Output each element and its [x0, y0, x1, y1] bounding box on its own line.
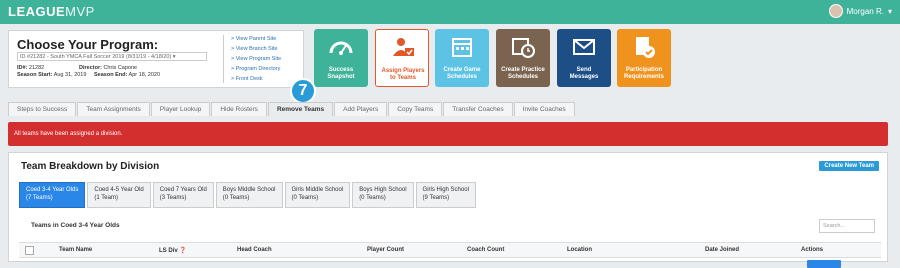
avatar — [828, 4, 843, 18]
division-tabs: Coed 3-4 Year Olds (7 Teams) Coed 4-5 Yea… — [19, 182, 476, 208]
tab-hide-rosters[interactable]: Hide Rosters — [211, 102, 267, 116]
user-name: Morgan R. — [846, 6, 884, 16]
column-header[interactable]: Date Joined — [705, 247, 739, 253]
tab-invite-coaches[interactable]: Invite Coaches — [513, 102, 575, 116]
link-program-site[interactable]: > View Program Site — [231, 54, 281, 64]
tab-team-assignments[interactable]: Team Assignments — [77, 102, 150, 116]
division-tab[interactable]: Boys High School (0 Teams) — [352, 182, 414, 208]
app-logo[interactable]: LEAGUEMVP — [8, 4, 95, 19]
help-icon: ❓ — [179, 248, 187, 254]
table-header: Team Name LS Div ❓ Head Coach Player Cou… — [19, 242, 881, 258]
column-header[interactable]: Location — [567, 247, 592, 253]
tab-add-players[interactable]: Add Players — [334, 102, 388, 116]
program-select[interactable]: ID #21282 - South YMCA Fall Soccer 2019 … — [17, 52, 207, 61]
season-end: Season End: Apr 18, 2020 — [94, 72, 161, 78]
column-header: Actions — [801, 247, 824, 253]
link-branch-site[interactable]: > View Branch Site — [231, 44, 281, 54]
division-tab[interactable]: Girls Middle School (0 Teams) — [284, 182, 351, 208]
tile-participation-requirements[interactable]: Participation Requirements — [617, 29, 671, 87]
column-header[interactable]: Player Count — [367, 247, 404, 253]
create-new-team-button[interactable]: Create New Team — [819, 161, 879, 171]
link-front-desk[interactable]: > Front Desk — [231, 74, 281, 84]
link-program-directory[interactable]: > Program Directory — [231, 64, 281, 74]
program-id: ID#: 21282 — [17, 65, 45, 71]
gauge-icon — [329, 41, 353, 55]
tile-send-messages[interactable]: Send Messages — [557, 29, 611, 87]
tab-transfer-coaches[interactable]: Transfer Coaches — [443, 102, 513, 116]
program-panel: Choose Your Program: ID #21282 - South Y… — [8, 30, 304, 88]
search-input[interactable]: Search... — [819, 219, 875, 233]
program-director: Director: Chris Capone — [79, 65, 138, 71]
teams-title: Teams in Coed 3-4 Year Olds — [31, 222, 120, 229]
column-header[interactable]: LS Div ❓ — [159, 247, 187, 254]
tile-assign-players[interactable]: Assign Players to Teams — [375, 29, 429, 87]
season-start: Season Start: Aug 31, 2019 — [17, 72, 87, 78]
link-parent-site[interactable]: > View Parent Site — [231, 34, 281, 44]
column-header[interactable]: Coach Count — [467, 247, 504, 253]
tab-bar: Steps to Success Team Assignments Player… — [8, 102, 576, 116]
row-action-button[interactable] — [807, 260, 841, 268]
calendar-clock-icon — [512, 38, 535, 58]
tab-remove-teams[interactable]: Remove Teams — [267, 102, 334, 116]
tab-copy-teams[interactable]: Copy Teams — [388, 102, 443, 116]
step-badge: 7 — [290, 78, 316, 104]
assign-player-icon — [393, 38, 414, 56]
program-links: > View Parent Site > View Branch Site > … — [231, 34, 281, 84]
division-tab[interactable]: Coed 3-4 Year Olds (7 Teams) — [19, 182, 86, 208]
top-bar: LEAGUEMVP Morgan R. ▾ — [0, 0, 900, 24]
division-tab[interactable]: Boys Middle School (0 Teams) — [215, 182, 283, 208]
alert-banner: All teams have been assigned a division. — [8, 122, 888, 146]
tile-create-game-schedules[interactable]: Create Game Schedules — [435, 29, 489, 87]
division-tab[interactable]: Coed 7 Years Old (3 Teams) — [152, 182, 214, 208]
division-tab[interactable]: Girls High School (9 Teams) — [415, 182, 476, 208]
checklist-icon — [636, 37, 655, 58]
chevron-down-icon: ▾ — [887, 6, 892, 16]
select-all-checkbox[interactable] — [25, 246, 34, 255]
envelope-icon — [573, 39, 595, 55]
user-menu[interactable]: Morgan R. ▾ — [828, 4, 892, 18]
program-title: Choose Your Program: — [17, 37, 159, 52]
team-breakdown-panel: Team Breakdown by Division Create New Te… — [8, 152, 888, 268]
divider — [223, 35, 224, 83]
table-row — [19, 258, 881, 268]
tile-create-practice-schedules[interactable]: Create Practice Schedules — [496, 29, 550, 87]
division-tab[interactable]: Coed 4-5 Year Old (1 Team) — [87, 182, 151, 208]
calendar-icon — [452, 38, 472, 57]
column-header[interactable]: Head Coach — [237, 247, 272, 253]
column-header[interactable]: Team Name — [59, 247, 92, 253]
tile-success-snapshot[interactable]: Success Snapshot — [314, 29, 368, 87]
tab-steps-to-success[interactable]: Steps to Success — [8, 102, 77, 116]
tab-player-lookup[interactable]: Player Lookup — [150, 102, 211, 116]
section-title: Team Breakdown by Division — [21, 161, 160, 172]
